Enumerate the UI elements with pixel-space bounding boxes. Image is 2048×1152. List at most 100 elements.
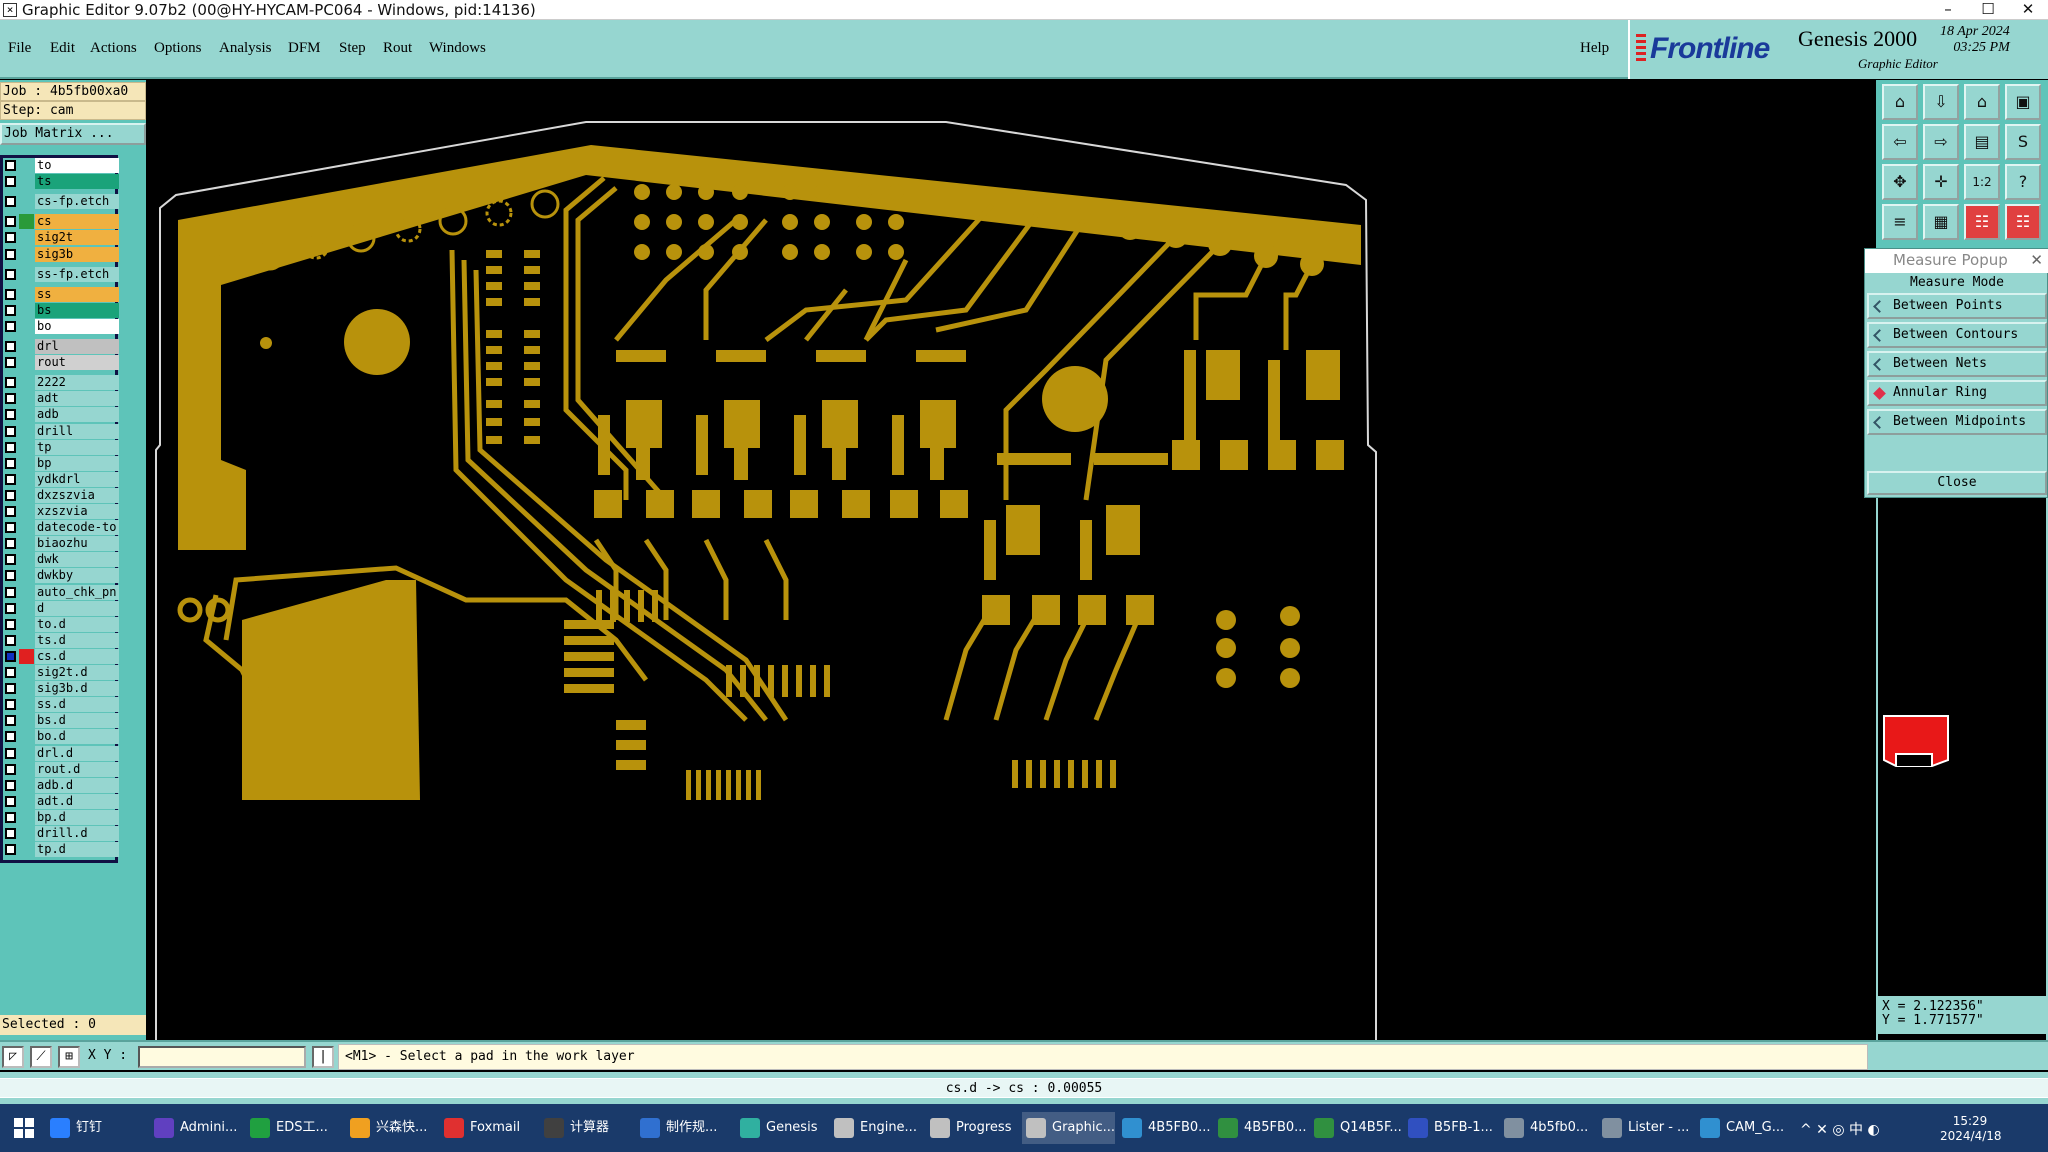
layer-checkbox[interactable] [5,357,16,369]
layer-affected-flag[interactable] [19,456,34,471]
layer-checkbox[interactable] [5,522,16,534]
taskbar-item[interactable]: 4b5fb0... [1500,1112,1588,1144]
pan-left-icon[interactable]: ⇦ [1882,124,1918,160]
taskbar-item[interactable]: 兴森快... [346,1112,427,1144]
layer-row[interactable]: ss [3,286,121,302]
layer-row[interactable]: cs [3,214,121,230]
layer-affected-flag[interactable] [19,194,34,209]
layer-affected-flag[interactable] [19,504,34,519]
layer-affected-flag[interactable] [19,810,34,825]
layer-affected-flag[interactable] [19,355,34,370]
layer-checkbox[interactable] [5,268,16,280]
layer-affected-flag[interactable] [19,585,34,600]
option-between-midpoints[interactable]: Between Midpoints [1867,409,2047,435]
layer-affected-flag[interactable] [19,230,34,245]
layer-affected-flag[interactable] [19,520,34,535]
layer-affected-flag[interactable] [19,746,34,761]
layer-checkbox[interactable] [5,699,16,711]
layer-affected-flag[interactable] [19,778,34,793]
layer-row[interactable]: rout [3,355,121,371]
layer-checkbox[interactable] [5,650,16,662]
taskbar-item[interactable]: Genesis [736,1112,817,1144]
layer-checkbox[interactable] [5,425,16,437]
layer-row[interactable]: to [3,158,121,173]
info-icon[interactable]: | [312,1046,334,1068]
layer-row[interactable]: dxzszvia [3,487,121,503]
option-between-contours[interactable]: Between Contours [1867,322,2047,348]
layer-checkbox[interactable] [5,489,16,501]
taskbar-item[interactable]: Lister - ... [1598,1112,1689,1144]
layer-affected-flag[interactable] [19,665,34,680]
scale-icon[interactable]: 1:2 [1964,164,2000,200]
clock[interactable]: 15:29 2024/4/18 [1940,1114,2002,1144]
menu-dfm[interactable]: DFM [288,40,321,57]
layer-row[interactable]: cs-fp.etch [3,194,121,210]
layer-checkbox[interactable] [5,779,16,791]
layer-checkbox[interactable] [5,457,16,469]
snap-grid-icon[interactable]: ⊞ [58,1046,80,1068]
overview-map[interactable] [1882,710,1952,774]
job-matrix-button[interactable]: Job Matrix ... [0,123,146,145]
layer-affected-flag[interactable] [19,267,34,282]
zoom-in-icon[interactable]: ⇩ [1923,84,1959,120]
taskbar-item[interactable]: 制作规... [636,1112,717,1144]
zoom-home-icon[interactable]: ⌂ [1882,84,1918,120]
layer-row[interactable]: auto_chk_pn [3,584,121,600]
layer-row[interactable]: bs [3,302,121,318]
layer-affected-flag[interactable] [19,552,34,567]
layer-affected-flag[interactable] [19,536,34,551]
layer-checkbox[interactable] [5,473,16,485]
layer-checkbox[interactable] [5,795,16,807]
layer-checkbox[interactable] [5,320,16,332]
taskbar-item[interactable]: Q14B5F... [1310,1112,1402,1144]
layer-row[interactable]: sig3b [3,246,121,262]
layer-affected-flag[interactable] [19,287,34,302]
menu-step[interactable]: Step [339,40,366,57]
layer-row[interactable]: tp.d [3,842,121,858]
taskbar-item[interactable]: 钉钉 [46,1112,102,1144]
layer-affected-flag[interactable] [19,174,34,189]
layer-checkbox[interactable] [5,377,16,389]
layer-affected-flag[interactable] [19,633,34,648]
layer-affected-flag[interactable] [19,794,34,809]
layer-checkbox[interactable] [5,570,16,582]
layer-affected-flag[interactable] [19,601,34,616]
layer-row[interactable]: ydkdrl [3,471,121,487]
layer-checkbox[interactable] [5,747,16,759]
layer-affected-flag[interactable] [19,762,34,777]
option-between-nets[interactable]: Between Nets [1867,351,2047,377]
layer-checkbox[interactable] [5,683,16,695]
layer-row[interactable]: drill.d [3,826,121,841]
taskbar-item[interactable]: CAM_G... [1696,1112,1784,1144]
board-canvas[interactable] [146,80,1876,1040]
layer-checkbox[interactable] [5,538,16,550]
layer-row[interactable]: ss-fp.etch [3,266,121,282]
layer-affected-flag[interactable] [19,214,34,230]
layer-checkbox[interactable] [5,506,16,517]
layer-affected-flag[interactable] [19,339,34,354]
menu-actions[interactable]: Actions [90,40,137,57]
layer-affected-flag[interactable] [19,648,34,664]
layer-row[interactable]: rout.d [3,761,121,777]
layer-row[interactable]: ts.d [3,632,121,648]
layer-row[interactable]: d [3,600,121,616]
layer-row[interactable]: drill [3,423,121,439]
taskbar-item[interactable]: 4B5FB0... [1118,1112,1211,1144]
layer-row[interactable]: sig2t.d [3,665,121,680]
taskbar-item[interactable]: B5FB-1... [1404,1112,1493,1144]
layer-affected-flag[interactable] [19,568,34,583]
center-icon[interactable]: ✛ [1923,164,1959,200]
layer-checkbox[interactable] [5,618,16,630]
layer-affected-flag[interactable] [19,681,34,696]
layer-affected-flag[interactable] [19,729,34,744]
layer-checkbox[interactable] [5,844,16,856]
layer-checkbox[interactable] [5,602,16,614]
layer-checkbox[interactable] [5,634,16,646]
grid-icon[interactable]: ▦ [1923,204,1959,240]
taskbar-item[interactable]: Engine... [830,1112,917,1144]
close-button[interactable]: ✕ [2008,0,2048,20]
taskbar-item[interactable]: 4B5FB0... [1214,1112,1307,1144]
menu-analysis[interactable]: Analysis [219,40,272,57]
layer-row[interactable]: ts [3,174,121,190]
layer-row[interactable]: bo.d [3,729,121,745]
